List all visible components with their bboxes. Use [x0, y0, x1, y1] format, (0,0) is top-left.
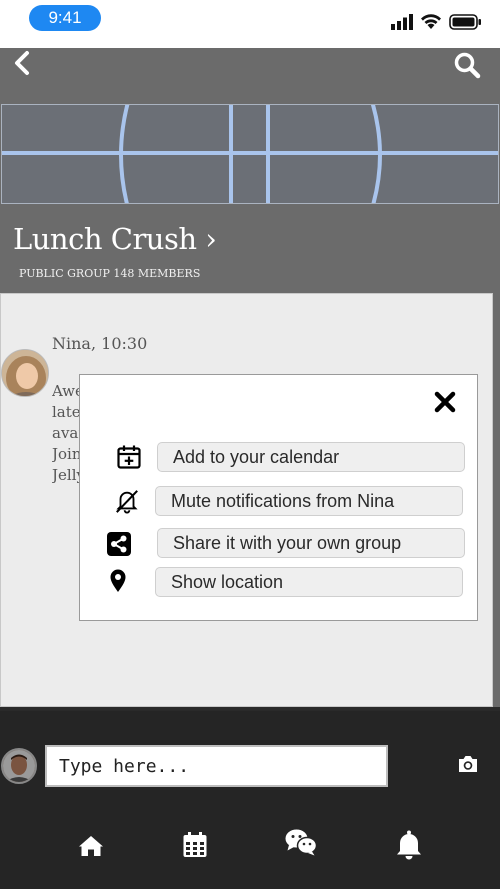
calendar-plus-icon — [116, 444, 142, 470]
wifi-icon — [421, 14, 441, 29]
mute-notifications-button[interactable]: Mute notifications from Nina — [155, 486, 463, 516]
back-button[interactable] — [10, 50, 36, 76]
camera-icon — [459, 756, 477, 772]
nav-notifications-button[interactable] — [392, 828, 426, 862]
scroll-gutter — [493, 293, 500, 707]
bell-icon — [397, 830, 421, 860]
message-author-time: Nina, 10:30 — [52, 334, 148, 353]
show-location-button[interactable]: Show location — [155, 567, 463, 597]
camera-button[interactable] — [457, 754, 479, 774]
status-time: 9:41 — [29, 5, 101, 31]
avatar[interactable] — [1, 349, 49, 397]
group-cover-image — [1, 104, 499, 204]
close-button[interactable] — [433, 390, 457, 414]
close-icon — [434, 391, 456, 413]
nav-chat-button[interactable] — [284, 825, 318, 859]
chat-icon — [285, 829, 318, 856]
calendar-icon — [183, 832, 207, 857]
message-input[interactable] — [45, 745, 388, 787]
search-button[interactable] — [453, 51, 481, 79]
group-meta: PUBLIC GROUP 148 MEMBERS — [19, 267, 201, 280]
map-pin-icon — [105, 567, 131, 593]
avatar-photo — [2, 350, 48, 396]
add-to-calendar-button[interactable]: Add to your calendar — [157, 442, 465, 472]
bell-slash-icon — [114, 488, 140, 514]
chevron-left-icon — [15, 51, 29, 75]
search-icon — [454, 52, 481, 79]
avatar-photo — [3, 750, 35, 782]
signal-icon — [391, 14, 413, 30]
cover-pattern — [2, 105, 498, 203]
share-with-group-button[interactable]: Share it with your own group — [157, 528, 465, 558]
nav-calendar-button[interactable] — [178, 828, 212, 862]
group-title[interactable]: Lunch Crush › — [13, 222, 217, 256]
avatar[interactable] — [1, 748, 37, 784]
nav-home-button[interactable] — [74, 829, 108, 863]
status-icons — [391, 12, 482, 32]
battery-icon — [449, 14, 481, 30]
group-title-text: Lunch Crush — [13, 222, 197, 256]
home-icon — [79, 836, 103, 856]
chevron-right-icon: › — [205, 222, 217, 256]
share-icon — [106, 531, 132, 557]
status-bar: 9:41 — [0, 0, 500, 48]
